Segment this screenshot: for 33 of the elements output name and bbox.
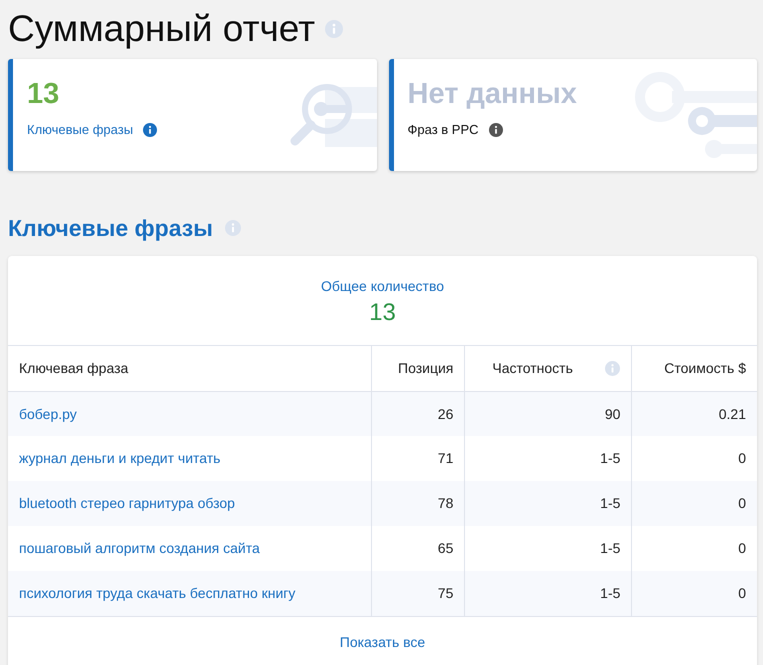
table-cell: 0 [738,540,746,556]
table-cell: 0 [738,585,746,602]
table-cell: 65 [438,540,454,556]
table-cell: 26 [438,406,454,422]
total-label: Общее количество [320,276,446,296]
table-cell: 75 [438,585,454,602]
table-cell: 90 [604,406,620,422]
table-cell: 1-5 [600,495,620,512]
table-cell: 0 [738,450,746,466]
keyword-link[interactable]: пошаговый алгоритм создания сайта [19,540,260,556]
table-cell: 1-5 [600,450,620,466]
stat-value: Нет данных [408,79,578,111]
show-all-link[interactable]: Показать все [340,634,426,650]
info-icon[interactable] [488,122,503,137]
stat-label: Ключевые фразы [27,120,134,139]
info-icon[interactable] [143,122,158,137]
table-cell: 1-5 [600,585,620,602]
table-cell: 71 [438,450,454,466]
column-header: Позиция [398,360,454,376]
table-cell: 78 [438,495,454,512]
total-value: 13 [368,298,397,328]
column-header: Частотность [492,359,573,378]
table-cell: 0 [738,495,746,512]
column-header: Ключевая фраза [19,360,128,376]
column-header: Стоимость $ [664,360,746,376]
stat-label: Фраз в PPC [408,120,479,139]
table-cell: 0.21 [718,406,746,422]
page-title: Суммарный отчет [8,10,316,47]
stat-value: 13 [27,79,60,111]
table-cell: 1-5 [600,540,620,556]
keyword-link[interactable]: журнал деньги и кредит читать [19,450,220,466]
section-title: Ключевые фразы [8,214,213,243]
keyword-link[interactable]: бобер.ру [19,406,77,422]
